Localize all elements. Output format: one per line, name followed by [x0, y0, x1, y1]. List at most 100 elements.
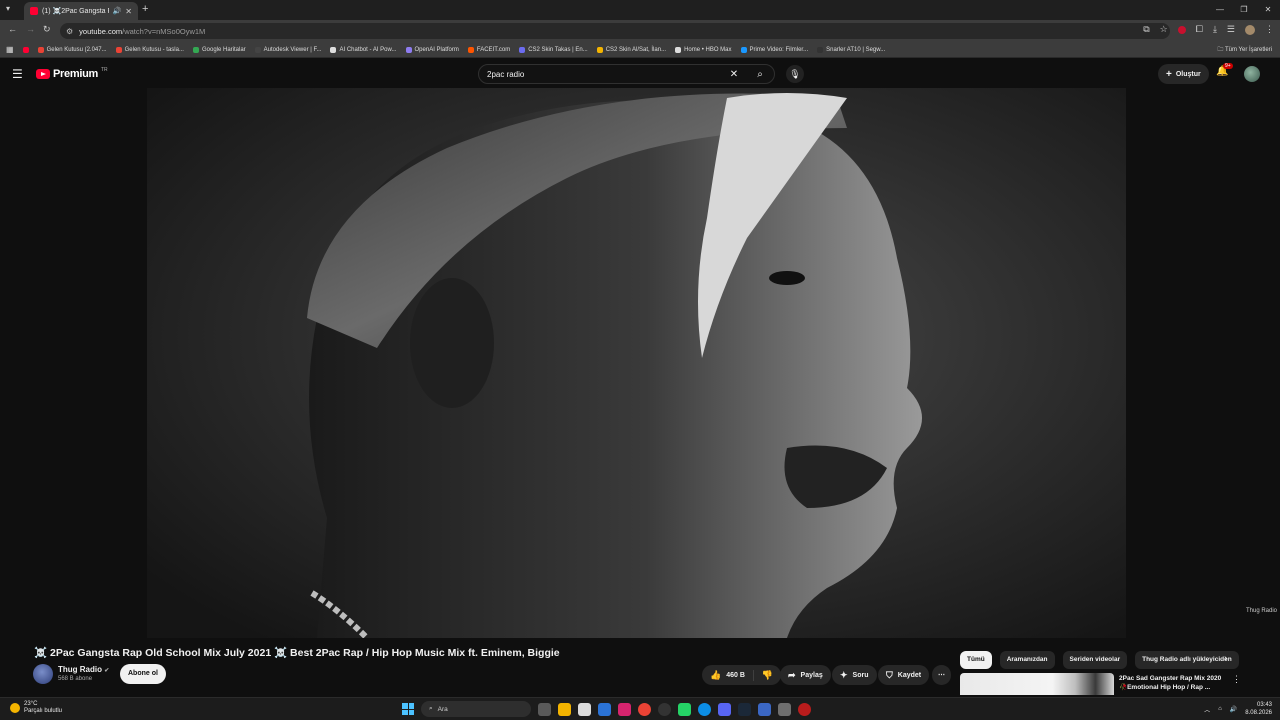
video-player[interactable] [147, 88, 1126, 638]
speaker-icon[interactable]: 🔊 [113, 7, 122, 15]
share-wrapper: ➦ Paylaş [780, 665, 831, 685]
bookmark-item[interactable]: Autodesk Viewer | F... [254, 46, 321, 53]
folder-icon: 🗀 [1217, 47, 1225, 53]
like-button[interactable]: 👍 460 B [702, 669, 754, 681]
search-box[interactable]: 2pac radio ✕ ⌕ [478, 64, 775, 84]
chevron-right-icon[interactable]: › [1224, 653, 1227, 664]
ask-button[interactable]: ✦ Soru [832, 665, 877, 685]
chip-series[interactable]: Seriden videolar [1062, 651, 1128, 669]
forward-icon[interactable]: → [26, 24, 35, 34]
channel-avatar[interactable] [33, 664, 53, 684]
close-tab-icon[interactable]: ✕ [125, 7, 132, 16]
more-wrapper: ⋯ [932, 665, 951, 685]
browser-menu-icon[interactable]: ⋮ [1265, 24, 1274, 35]
search-icon[interactable]: ⌕ [746, 69, 774, 80]
tray-chevron-icon[interactable]: ︿ [1204, 705, 1210, 714]
extensions-puzzle-icon[interactable]: ⧠ [1196, 24, 1203, 35]
windows-start-icon[interactable] [402, 703, 414, 715]
recommended-thumbnail[interactable] [960, 673, 1114, 695]
bookmark-item[interactable]: Gelen Kutusu - tasla... [115, 46, 184, 53]
microphone-icon[interactable]: 🎙 [786, 65, 804, 83]
window-controls: — ❐ ✕ [1208, 0, 1280, 20]
reading-mode-icon[interactable]: ☰ [1227, 24, 1235, 35]
outlook-icon[interactable] [598, 702, 611, 716]
bookmark-icon [519, 46, 526, 53]
share-button[interactable]: ➦ Paylaş [780, 665, 831, 685]
docs-icon[interactable] [758, 702, 771, 716]
whatsapp-icon[interactable] [678, 702, 691, 716]
bookmark-youtube[interactable] [22, 46, 29, 53]
download-icon[interactable]: ⤓ [1213, 24, 1217, 35]
browser-tab-active[interactable]: (1) ☠️2Pac Gangsta Rap Old School Mix Ju… [24, 2, 138, 20]
chrome-icon[interactable] [638, 702, 651, 716]
search-input[interactable]: 2pac radio [487, 70, 722, 79]
extension-icon[interactable] [1177, 25, 1186, 34]
subscribe-button[interactable]: Abone ol [120, 664, 166, 684]
task-view-icon[interactable] [538, 702, 551, 716]
instagram-icon[interactable] [618, 702, 631, 716]
store-icon[interactable] [578, 702, 591, 716]
bookmark-label: Google Haritalar [201, 46, 246, 53]
logo-region: TR [100, 67, 108, 73]
clear-search-icon[interactable]: ✕ [722, 69, 746, 80]
save-button[interactable]: ⛉ Kaydet [878, 665, 930, 685]
new-tab-button[interactable]: + [142, 3, 148, 15]
back-icon[interactable]: ← [8, 24, 17, 34]
dislike-button[interactable]: 👎 [754, 670, 781, 681]
maximize-icon[interactable]: ❐ [1232, 0, 1256, 20]
app-icon[interactable] [658, 702, 671, 716]
bookmark-label: Home • HBO Max [684, 46, 732, 53]
taskbar-search[interactable]: ⌕ Ara [421, 701, 531, 717]
bookmark-item[interactable]: Snarler AT10 | Segw... [817, 46, 885, 53]
bookmark-icon [596, 46, 603, 53]
minimize-icon[interactable]: — [1208, 0, 1232, 20]
close-window-icon[interactable]: ✕ [1256, 0, 1280, 20]
bookmark-star-icon[interactable]: ☆ [1160, 24, 1168, 35]
steam-icon[interactable] [738, 702, 751, 716]
bookmark-item[interactable]: Prime Video: Filmler... [740, 46, 808, 53]
bookmark-item[interactable]: CS2 Skin Takas | En... [519, 46, 588, 53]
bookmark-item[interactable]: CS2 Skin Al/Sat, İlan... [596, 46, 666, 53]
chip-all[interactable]: Tümü [960, 651, 992, 669]
tab-search-icon[interactable]: ▾ [6, 4, 10, 13]
all-bookmarks[interactable]: 🗀 Tüm Yer İşaretleri [1217, 45, 1272, 55]
account-avatar[interactable] [1244, 66, 1260, 82]
bookmark-icon [254, 46, 261, 53]
windows-taskbar: 23°C Parçalı bulutlu ⌕ Ara ︿ ⌂ 🔊 03:43 8.08… [0, 697, 1280, 720]
create-button[interactable]: + Oluştur [1158, 64, 1209, 84]
youtube-logo[interactable]: Premium TR [36, 67, 108, 80]
channel-name[interactable]: Thug Radio ✔ [58, 665, 109, 674]
settings-icon[interactable] [778, 702, 791, 716]
bookmark-icon [115, 46, 122, 53]
app-red-icon[interactable] [798, 702, 811, 716]
recommended-title[interactable]: 2Pac Sad Gangster Rap Mix 2020 🥀Emotiona… [1119, 674, 1229, 692]
file-explorer-icon[interactable] [558, 702, 571, 716]
discord-icon[interactable] [718, 702, 731, 716]
weather-widget[interactable]: 23°C Parçalı bulutlu [10, 701, 62, 715]
chip-from-search[interactable]: Aramanızdan [999, 651, 1055, 669]
thumbs-down-icon: 👎 [761, 669, 774, 680]
reload-icon[interactable]: ↻ [43, 24, 51, 35]
menu-icon[interactable]: ☰ [12, 67, 23, 81]
edge-icon[interactable] [698, 702, 711, 716]
network-icon[interactable]: ⌂ [1218, 706, 1222, 712]
channel-subscribers: 568 B abone [58, 676, 93, 682]
notifications-bell-icon[interactable]: 🔔 9+ [1216, 63, 1233, 77]
channel-watermark[interactable]: Thug Radio [1246, 608, 1277, 615]
bookmark-item[interactable]: AI Chatbot - AI Pow... [330, 46, 397, 53]
bookmark-item[interactable]: FACEIT.com [467, 46, 510, 53]
install-app-icon[interactable]: ⧉ [1143, 24, 1149, 35]
profile-avatar[interactable] [1245, 24, 1255, 35]
address-bar[interactable]: ⚙ youtube.com/watch?v=nMSo0Oyw1M [60, 23, 1170, 39]
more-icon: ⋯ [938, 672, 945, 679]
bookmark-item[interactable]: Home • HBO Max [675, 46, 732, 53]
more-actions-button[interactable]: ⋯ [932, 665, 951, 685]
volume-icon[interactable]: 🔊 [1230, 706, 1237, 713]
bookmark-item[interactable]: OpenAI Platform [405, 46, 459, 53]
apps-grid-icon[interactable]: ▦ [6, 45, 14, 54]
site-info-icon[interactable]: ⚙ [66, 27, 73, 36]
clock[interactable]: 03:43 8.08.2026 [1245, 701, 1272, 717]
bookmark-item[interactable]: Google Haritalar [192, 46, 246, 53]
recommended-more-icon[interactable]: ⋮ [1232, 674, 1241, 685]
bookmark-item[interactable]: Gelen Kutusu (2.047... [37, 46, 107, 53]
